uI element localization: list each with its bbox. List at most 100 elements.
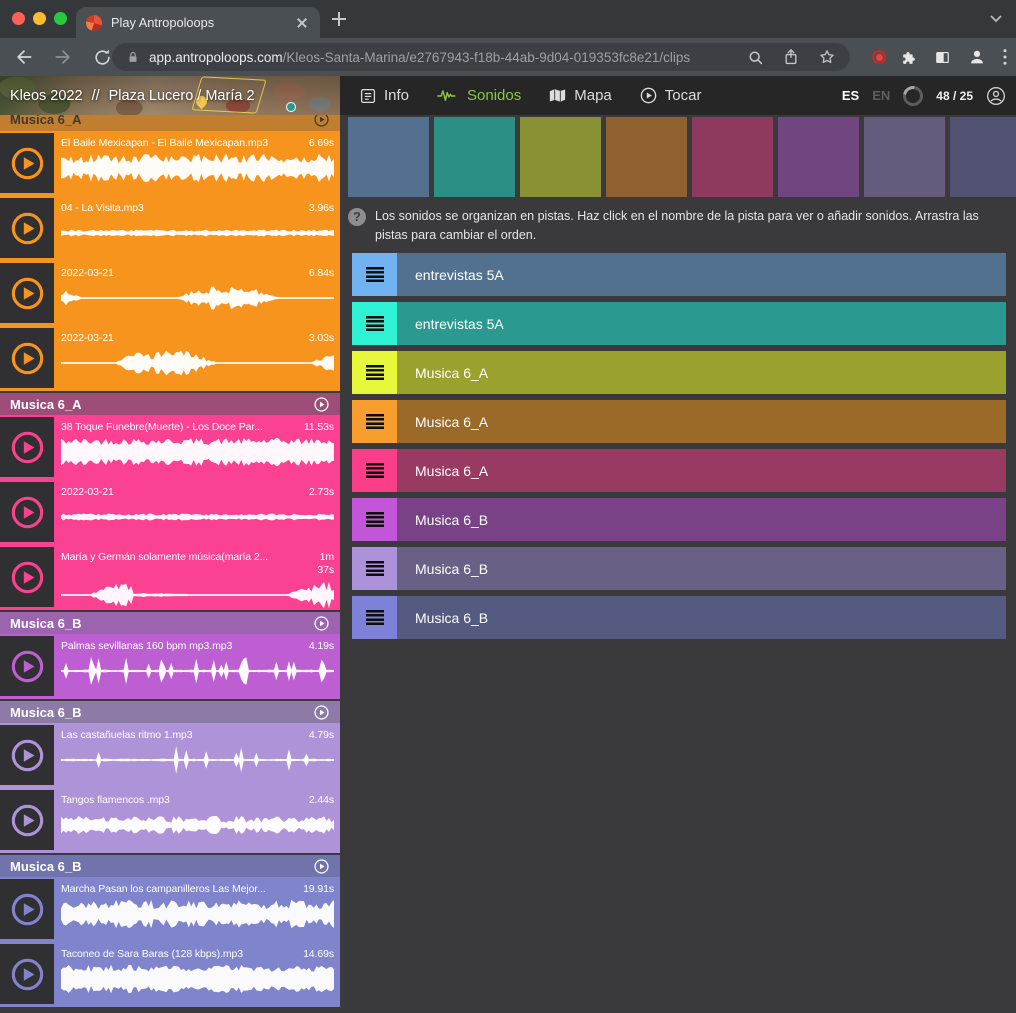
clip-play-button[interactable]	[0, 725, 54, 785]
track-row-body[interactable]: Musica 6_B	[397, 547, 1006, 590]
clip-name: María y Germán solamente música(maría 2.…	[61, 551, 303, 564]
audio-clip[interactable]: 2022-03-21 3.03s	[0, 328, 340, 388]
drag-handle[interactable]	[352, 498, 397, 541]
track-color-swatch[interactable]	[348, 117, 429, 197]
nav-mapa[interactable]: Mapa	[549, 87, 612, 104]
track-row[interactable]: Musica 6_B	[352, 547, 1006, 590]
track-color-swatch[interactable]	[692, 117, 773, 197]
new-tab-button[interactable]	[332, 12, 346, 26]
clip-play-button[interactable]	[0, 328, 54, 388]
fullscreen-window-button[interactable]	[54, 12, 67, 25]
audio-clip[interactable]: 38 Toque Funebre(Muerte) - Los Doce Par.…	[0, 417, 340, 477]
track-color-swatch[interactable]	[606, 117, 687, 197]
extensions-puzzle-icon[interactable]	[900, 48, 919, 67]
audio-clip[interactable]: María y Germán solamente música(maría 2.…	[0, 547, 340, 607]
breadcrumb-page[interactable]: Plaza Lucero / María 2	[109, 88, 255, 104]
clip-play-button[interactable]	[0, 879, 54, 939]
drag-handle[interactable]	[352, 253, 397, 296]
recording-indicator-icon[interactable]	[872, 50, 886, 64]
nav-tocar[interactable]: Tocar	[640, 87, 702, 104]
track-row[interactable]: Musica 6_A	[352, 351, 1006, 394]
drag-handle-icon	[366, 610, 384, 625]
breadcrumb-project[interactable]: Kleos 2022	[10, 88, 83, 104]
reload-button[interactable]	[90, 45, 114, 69]
drag-handle[interactable]	[352, 596, 397, 639]
bookmark-star-icon[interactable]	[818, 48, 836, 66]
clip-play-button[interactable]	[0, 636, 54, 696]
track-color-swatch[interactable]	[778, 117, 859, 197]
clip-play-button[interactable]	[0, 417, 54, 477]
audio-clip[interactable]: Tangos flamencos .mp3 2.44s	[0, 790, 340, 850]
drag-handle[interactable]	[352, 400, 397, 443]
tab-search-chevron-icon[interactable]	[990, 15, 1002, 23]
track-color-swatch[interactable]	[950, 117, 1016, 197]
clip-play-button[interactable]	[0, 547, 54, 607]
lang-en[interactable]: EN	[872, 88, 890, 103]
zoom-icon[interactable]	[747, 49, 764, 66]
profile-avatar[interactable]	[966, 46, 988, 68]
audio-clip[interactable]: 2022-03-21 2.73s	[0, 482, 340, 542]
audio-clip[interactable]: Palmas sevillanas 160 bpm mp3.mp3 4.19s	[0, 636, 340, 696]
track-section-header[interactable]: Musica 6_A	[0, 393, 340, 415]
nav-sonidos[interactable]: Sonidos	[437, 87, 521, 104]
side-panel-icon[interactable]	[933, 48, 952, 67]
browser-tab[interactable]: Play Antropoloops	[76, 7, 320, 38]
audio-clip[interactable]: Taconeo de Sara Baras (128 kbps).mp3 14.…	[0, 944, 340, 1004]
drag-handle[interactable]	[352, 302, 397, 345]
play-all-icon[interactable]	[313, 615, 330, 632]
drag-handle[interactable]	[352, 547, 397, 590]
audio-clip[interactable]: El Baile Mexicapan - El Baile Mexicapan.…	[0, 133, 340, 193]
address-bar[interactable]: app.antropoloops.com/Kleos-Santa-Marina/…	[112, 43, 850, 71]
track-color-swatch[interactable]	[434, 117, 515, 197]
clip-play-button[interactable]	[0, 198, 54, 258]
audio-clip[interactable]: Las castañuelas ritmo 1.mp3 4.79s	[0, 725, 340, 785]
clip-play-button[interactable]	[0, 133, 54, 193]
drag-handle[interactable]	[352, 351, 397, 394]
track-row[interactable]: entrevistas 5A	[352, 253, 1006, 296]
track-section-header[interactable]: Musica 6_B	[0, 855, 340, 877]
play-all-icon[interactable]	[313, 858, 330, 875]
audio-clip[interactable]: Marcha Pasan los campanilleros Las Mejor…	[0, 879, 340, 939]
browser-menu-kebab-icon[interactable]	[1002, 48, 1008, 66]
track-section-header[interactable]: Musica 6_B	[0, 701, 340, 723]
close-window-button[interactable]	[12, 12, 25, 25]
tab-close-icon[interactable]	[294, 15, 310, 31]
clip-play-button[interactable]	[0, 482, 54, 542]
clip-play-button[interactable]	[0, 944, 54, 1004]
track-row-body[interactable]: Musica 6_A	[397, 400, 1006, 443]
drag-handle[interactable]	[352, 449, 397, 492]
play-all-icon[interactable]	[313, 115, 330, 128]
nav-info[interactable]: Info	[360, 87, 409, 104]
account-icon[interactable]	[986, 86, 1006, 106]
track-row-body[interactable]: Musica 6_A	[397, 351, 1006, 394]
track-row[interactable]: Musica 6_A	[352, 449, 1006, 492]
track-color-swatch[interactable]	[520, 117, 601, 197]
track-color-swatch[interactable]	[864, 117, 945, 197]
audio-clip[interactable]: 04 - La Visita.mp3 3.96s	[0, 198, 340, 258]
minimize-window-button[interactable]	[33, 12, 46, 25]
clip-play-button[interactable]	[0, 263, 54, 323]
track-section-header[interactable]: Musica 6_A	[0, 115, 340, 131]
play-icon	[9, 559, 46, 596]
location-banner-image[interactable]: Kleos 2022 // Plaza Lucero / María 2	[0, 76, 340, 115]
lang-es[interactable]: ES	[842, 88, 859, 103]
audio-clip[interactable]: 2022-03-21 6.84s	[0, 263, 340, 323]
track-row-body[interactable]: Musica 6_B	[397, 596, 1006, 639]
share-icon[interactable]	[783, 48, 799, 66]
lock-icon[interactable]	[126, 49, 140, 65]
clip-section: Musica 6_A 38 Toque Funebre(Muerte) - Lo…	[0, 393, 340, 610]
track-row[interactable]: Musica 6_B	[352, 596, 1006, 639]
clip-play-button[interactable]	[0, 790, 54, 850]
track-section-header[interactable]: Musica 6_B	[0, 612, 340, 634]
track-row-body[interactable]: Musica 6_A	[397, 449, 1006, 492]
track-row-body[interactable]: Musica 6_B	[397, 498, 1006, 541]
track-row[interactable]: entrevistas 5A	[352, 302, 1006, 345]
track-row[interactable]: Musica 6_A	[352, 400, 1006, 443]
play-all-icon[interactable]	[313, 704, 330, 721]
back-button[interactable]	[12, 45, 36, 69]
play-all-icon[interactable]	[313, 396, 330, 413]
forward-button[interactable]	[51, 45, 75, 69]
track-row[interactable]: Musica 6_B	[352, 498, 1006, 541]
track-row-body[interactable]: entrevistas 5A	[397, 302, 1006, 345]
track-row-body[interactable]: entrevistas 5A	[397, 253, 1006, 296]
